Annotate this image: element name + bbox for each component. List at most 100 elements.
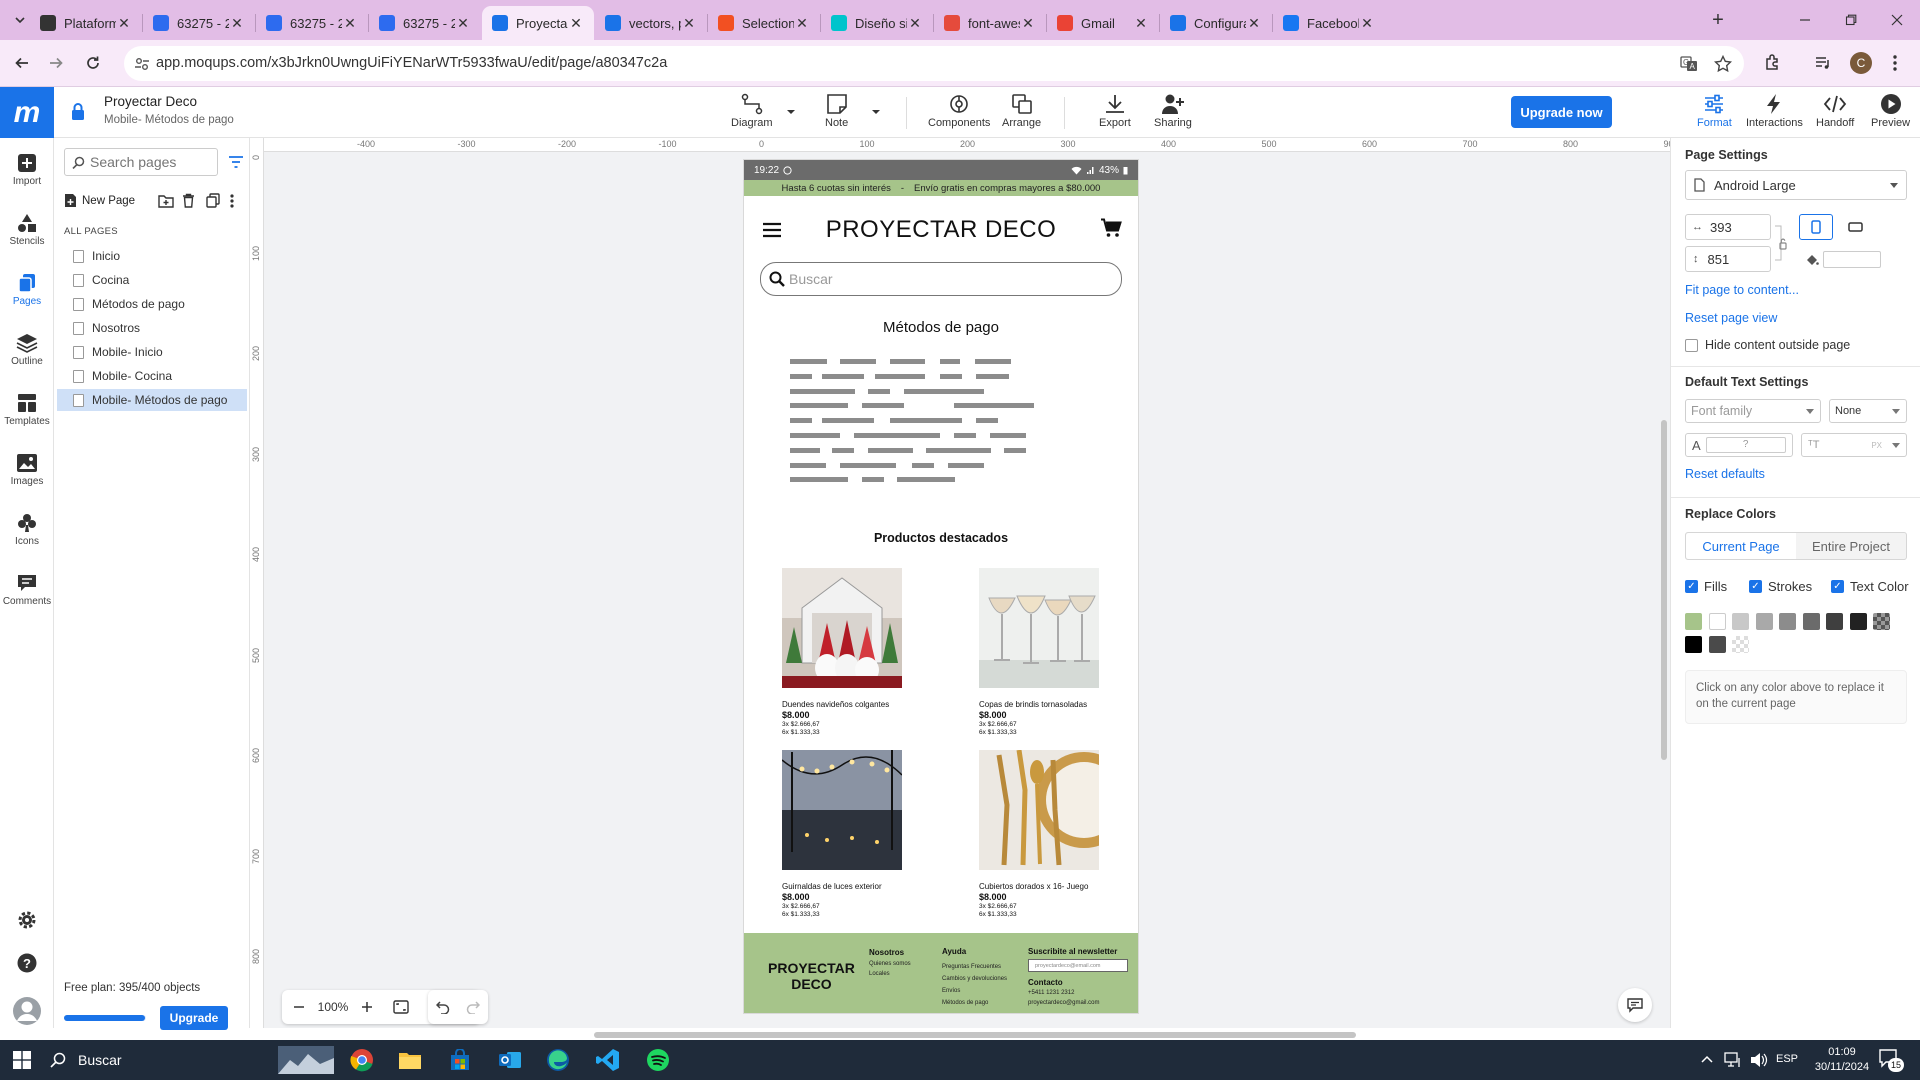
redo-icon[interactable] xyxy=(466,1000,480,1014)
product-image-lights[interactable] xyxy=(782,750,902,870)
close-tab-icon[interactable]: ✕ xyxy=(1020,15,1036,32)
text-color-value[interactable]: ? xyxy=(1705,437,1786,453)
browser-tab[interactable]: Configura tu✕ xyxy=(1160,6,1272,40)
filter-icon[interactable] xyxy=(228,155,244,169)
browser-tab[interactable]: Gmail ✕ xyxy=(1047,6,1159,40)
lock-icon[interactable] xyxy=(70,102,86,122)
color-swatch[interactable] xyxy=(1685,613,1702,630)
search-pages-input[interactable] xyxy=(90,154,210,170)
volume-icon[interactable] xyxy=(1750,1052,1768,1068)
rail-stencils[interactable]: Stencils xyxy=(0,210,54,247)
product-image-cutlery[interactable] xyxy=(979,750,1099,870)
user-avatar-icon[interactable] xyxy=(12,996,42,1026)
page-item[interactable]: Nosotros xyxy=(57,317,247,339)
page-item[interactable]: Métodos de pago xyxy=(57,293,247,315)
device-select[interactable]: Android Large xyxy=(1685,170,1907,200)
search-highlight-image[interactable] xyxy=(276,1044,336,1076)
profile-avatar[interactable]: C xyxy=(1848,50,1874,76)
back-button[interactable] xyxy=(9,50,35,76)
close-tab-icon[interactable]: ✕ xyxy=(229,15,245,32)
preview-tab[interactable]: Preview xyxy=(1871,91,1910,129)
minimize-button[interactable] xyxy=(1782,0,1828,40)
more-vert-icon[interactable] xyxy=(230,194,234,208)
color-swatch[interactable] xyxy=(1732,636,1749,653)
rail-comments[interactable]: Comments xyxy=(0,570,54,607)
tab-entire-project[interactable]: Entire Project xyxy=(1796,533,1906,559)
components-tool[interactable]: Components xyxy=(928,91,990,129)
browser-tab[interactable]: 63275 - 28/1✕ xyxy=(143,6,255,40)
reset-page-view-link[interactable]: Reset page view xyxy=(1685,311,1777,325)
close-window-button[interactable] xyxy=(1874,0,1920,40)
store-taskbar[interactable] xyxy=(442,1044,478,1076)
footer-link[interactable]: Preguntas Frecuentes xyxy=(942,964,1001,970)
close-tab-icon[interactable]: ✕ xyxy=(907,15,923,32)
chrome-taskbar[interactable] xyxy=(344,1044,380,1076)
vertical-scrollbar[interactable] xyxy=(1661,420,1667,760)
export-tool[interactable]: Export xyxy=(1099,91,1131,129)
browser-tab[interactable]: Selection En✕ xyxy=(708,6,820,40)
sharing-tool[interactable]: Sharing xyxy=(1154,91,1192,129)
format-tab[interactable]: Format xyxy=(1697,91,1732,129)
product-card[interactable]: Duendes navideños colgantes $8.000 3x $2… xyxy=(782,568,912,736)
fit-screen-button[interactable] xyxy=(384,990,418,1024)
lock-ratio-icon[interactable] xyxy=(1774,220,1788,266)
hide-outside-checkbox[interactable]: Hide content outside page xyxy=(1685,338,1850,352)
zoom-out-button[interactable] xyxy=(282,990,316,1024)
url-text[interactable]: app.moqups.com/x3bJrkn0UwngUiFiYENarWTr5… xyxy=(156,55,667,71)
media-button[interactable] xyxy=(1810,50,1836,76)
close-tab-icon[interactable]: ✕ xyxy=(455,15,471,32)
diagram-tool[interactable]: Diagram xyxy=(731,91,773,129)
page-item[interactable]: Mobile- Inicio xyxy=(57,341,247,363)
close-tab-icon[interactable]: ✕ xyxy=(794,15,810,32)
browser-tab[interactable]: Diseño sin tí✕ xyxy=(821,6,933,40)
settings-gear-icon[interactable] xyxy=(17,910,37,930)
color-swatch[interactable] xyxy=(1826,613,1843,630)
font-size-field[interactable]: ᵀT PX xyxy=(1801,433,1907,457)
trash-icon[interactable] xyxy=(182,193,195,208)
font-style-select[interactable]: None xyxy=(1829,399,1907,423)
reset-defaults-link[interactable]: Reset defaults xyxy=(1685,467,1765,481)
text-color-field[interactable]: A ? xyxy=(1685,433,1793,457)
bookmark-star-icon[interactable] xyxy=(1714,55,1732,73)
arrange-tool[interactable]: Arrange xyxy=(1002,91,1041,129)
zoom-in-button[interactable] xyxy=(350,990,384,1024)
help-icon[interactable]: ? xyxy=(17,953,37,973)
notifications-button[interactable]: 15 xyxy=(1878,1048,1908,1072)
vscode-taskbar[interactable] xyxy=(590,1044,626,1076)
footer-link[interactable]: Locales xyxy=(869,971,890,977)
color-swatch[interactable] xyxy=(1708,636,1726,653)
close-tab-icon[interactable]: ✕ xyxy=(1133,15,1149,32)
fit-page-link[interactable]: Fit page to content... xyxy=(1685,283,1799,297)
color-swatch[interactable] xyxy=(1755,613,1773,630)
language-indicator[interactable]: ESP xyxy=(1776,1053,1798,1065)
rail-templates[interactable]: Templates xyxy=(0,390,54,427)
product-card[interactable]: Guirnaldas de luces exterior $8.000 3x $… xyxy=(782,750,912,918)
close-tab-icon[interactable]: ✕ xyxy=(342,15,358,32)
fills-checkbox[interactable]: ✓ Fills xyxy=(1685,579,1727,594)
moqups-logo[interactable]: m xyxy=(0,87,54,138)
fill-color-swatch[interactable] xyxy=(1823,250,1881,268)
portrait-orientation-button[interactable] xyxy=(1799,214,1833,240)
upgrade-now-button[interactable]: Upgrade now xyxy=(1511,96,1612,128)
edge-taskbar[interactable] xyxy=(540,1044,576,1076)
spotify-taskbar[interactable] xyxy=(640,1044,676,1076)
network-icon[interactable] xyxy=(1724,1052,1742,1068)
height-field[interactable]: ↕ 851 xyxy=(1685,246,1771,272)
restore-button[interactable] xyxy=(1828,0,1874,40)
browser-menu-button[interactable] xyxy=(1882,50,1908,76)
close-tab-icon[interactable]: ✕ xyxy=(1359,15,1375,32)
browser-tab[interactable]: Facebook ✕ xyxy=(1273,6,1385,40)
page-item[interactable]: Mobile- Métodos de pago xyxy=(57,389,247,411)
product-card[interactable]: Cubiertos dorados x 16- Juego $8.000 3x … xyxy=(979,750,1109,918)
caret-down-icon[interactable] xyxy=(871,109,881,117)
new-tab-button[interactable]: + xyxy=(1700,0,1736,40)
horizontal-scrollbar[interactable] xyxy=(594,1032,1356,1038)
width-field[interactable]: ↔ 393 xyxy=(1685,214,1771,240)
start-button[interactable] xyxy=(4,1044,40,1076)
handoff-tab[interactable]: Handoff xyxy=(1816,91,1854,129)
page-fill-color[interactable] xyxy=(1799,246,1889,272)
tab-current-page[interactable]: Current Page xyxy=(1686,533,1796,559)
product-card[interactable]: Copas de brindis tornasoladas $8.000 3x … xyxy=(979,568,1109,736)
rail-import[interactable]: Import xyxy=(0,150,54,187)
close-tab-icon[interactable]: ✕ xyxy=(568,15,584,32)
